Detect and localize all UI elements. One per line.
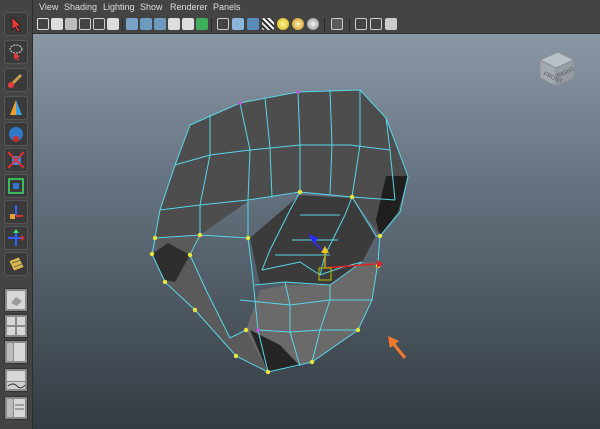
safe-title-icon[interactable]: [182, 18, 194, 30]
film-gate-icon[interactable]: [107, 18, 119, 30]
select-tool-icon[interactable]: [4, 12, 28, 36]
panel-menu-bar: View Shading Lighting Show Renderer Pane…: [33, 0, 600, 16]
graph-layout-icon[interactable]: [4, 368, 28, 392]
menu-lighting[interactable]: Lighting: [103, 2, 135, 12]
camera-attributes-icon[interactable]: [51, 18, 63, 30]
wireframe-icon[interactable]: [217, 18, 229, 30]
xray-joints-icon[interactable]: [370, 18, 382, 30]
four-pane-layout-icon[interactable]: [4, 314, 28, 338]
menu-panels[interactable]: Panels: [213, 2, 241, 12]
textured-icon[interactable]: [262, 18, 274, 30]
xray-icon[interactable]: [331, 18, 343, 30]
select-camera-icon[interactable]: [37, 18, 49, 30]
panel-toolbar: [33, 16, 600, 34]
menu-shading[interactable]: Shading: [64, 2, 97, 12]
view-cube[interactable]: FRONT RIGHT: [534, 46, 578, 90]
shadows-icon[interactable]: [307, 18, 319, 30]
rotate-tool-icon[interactable]: [4, 122, 28, 146]
2d-pan-zoom-icon[interactable]: [196, 18, 208, 30]
perspective-viewport[interactable]: FRONT RIGHT: [33, 34, 600, 429]
outliner-layout-icon[interactable]: [4, 340, 28, 364]
smooth-shade-icon[interactable]: [232, 18, 244, 30]
single-pane-layout-icon[interactable]: [4, 288, 28, 312]
field-chart-icon[interactable]: [154, 18, 166, 30]
gate-mask-icon[interactable]: [140, 18, 152, 30]
resolution-gate-icon[interactable]: [126, 18, 138, 30]
soft-mod-icon[interactable]: [4, 174, 28, 198]
time-layout-icon[interactable]: [4, 396, 28, 420]
isolate-select-icon[interactable]: [355, 18, 367, 30]
share-icon[interactable]: [385, 18, 397, 30]
bookmark-icon[interactable]: [65, 18, 77, 30]
mesh-canvas[interactable]: [33, 34, 600, 429]
paint-select-icon[interactable]: [4, 68, 28, 92]
toolbox: [0, 0, 33, 429]
image-plane-icon[interactable]: [79, 18, 91, 30]
menu-renderer[interactable]: Renderer: [170, 2, 208, 12]
menu-view[interactable]: View: [39, 2, 58, 12]
use-default-lighting-icon[interactable]: [277, 18, 289, 30]
use-all-lights-icon[interactable]: [292, 18, 304, 30]
lasso-tool-icon[interactable]: [4, 40, 28, 64]
move-tool-icon[interactable]: [4, 96, 28, 120]
grid-icon[interactable]: [93, 18, 105, 30]
uv-tool-icon[interactable]: [4, 252, 28, 276]
annotation-arrow: [388, 336, 407, 359]
safe-action-icon[interactable]: [168, 18, 180, 30]
show-manipulator-icon[interactable]: [4, 200, 28, 224]
menu-show[interactable]: Show: [140, 2, 163, 12]
scale-tool-icon[interactable]: [4, 148, 28, 172]
wireframe-on-shaded-icon[interactable]: [247, 18, 259, 30]
last-tool-icon[interactable]: [4, 226, 28, 250]
